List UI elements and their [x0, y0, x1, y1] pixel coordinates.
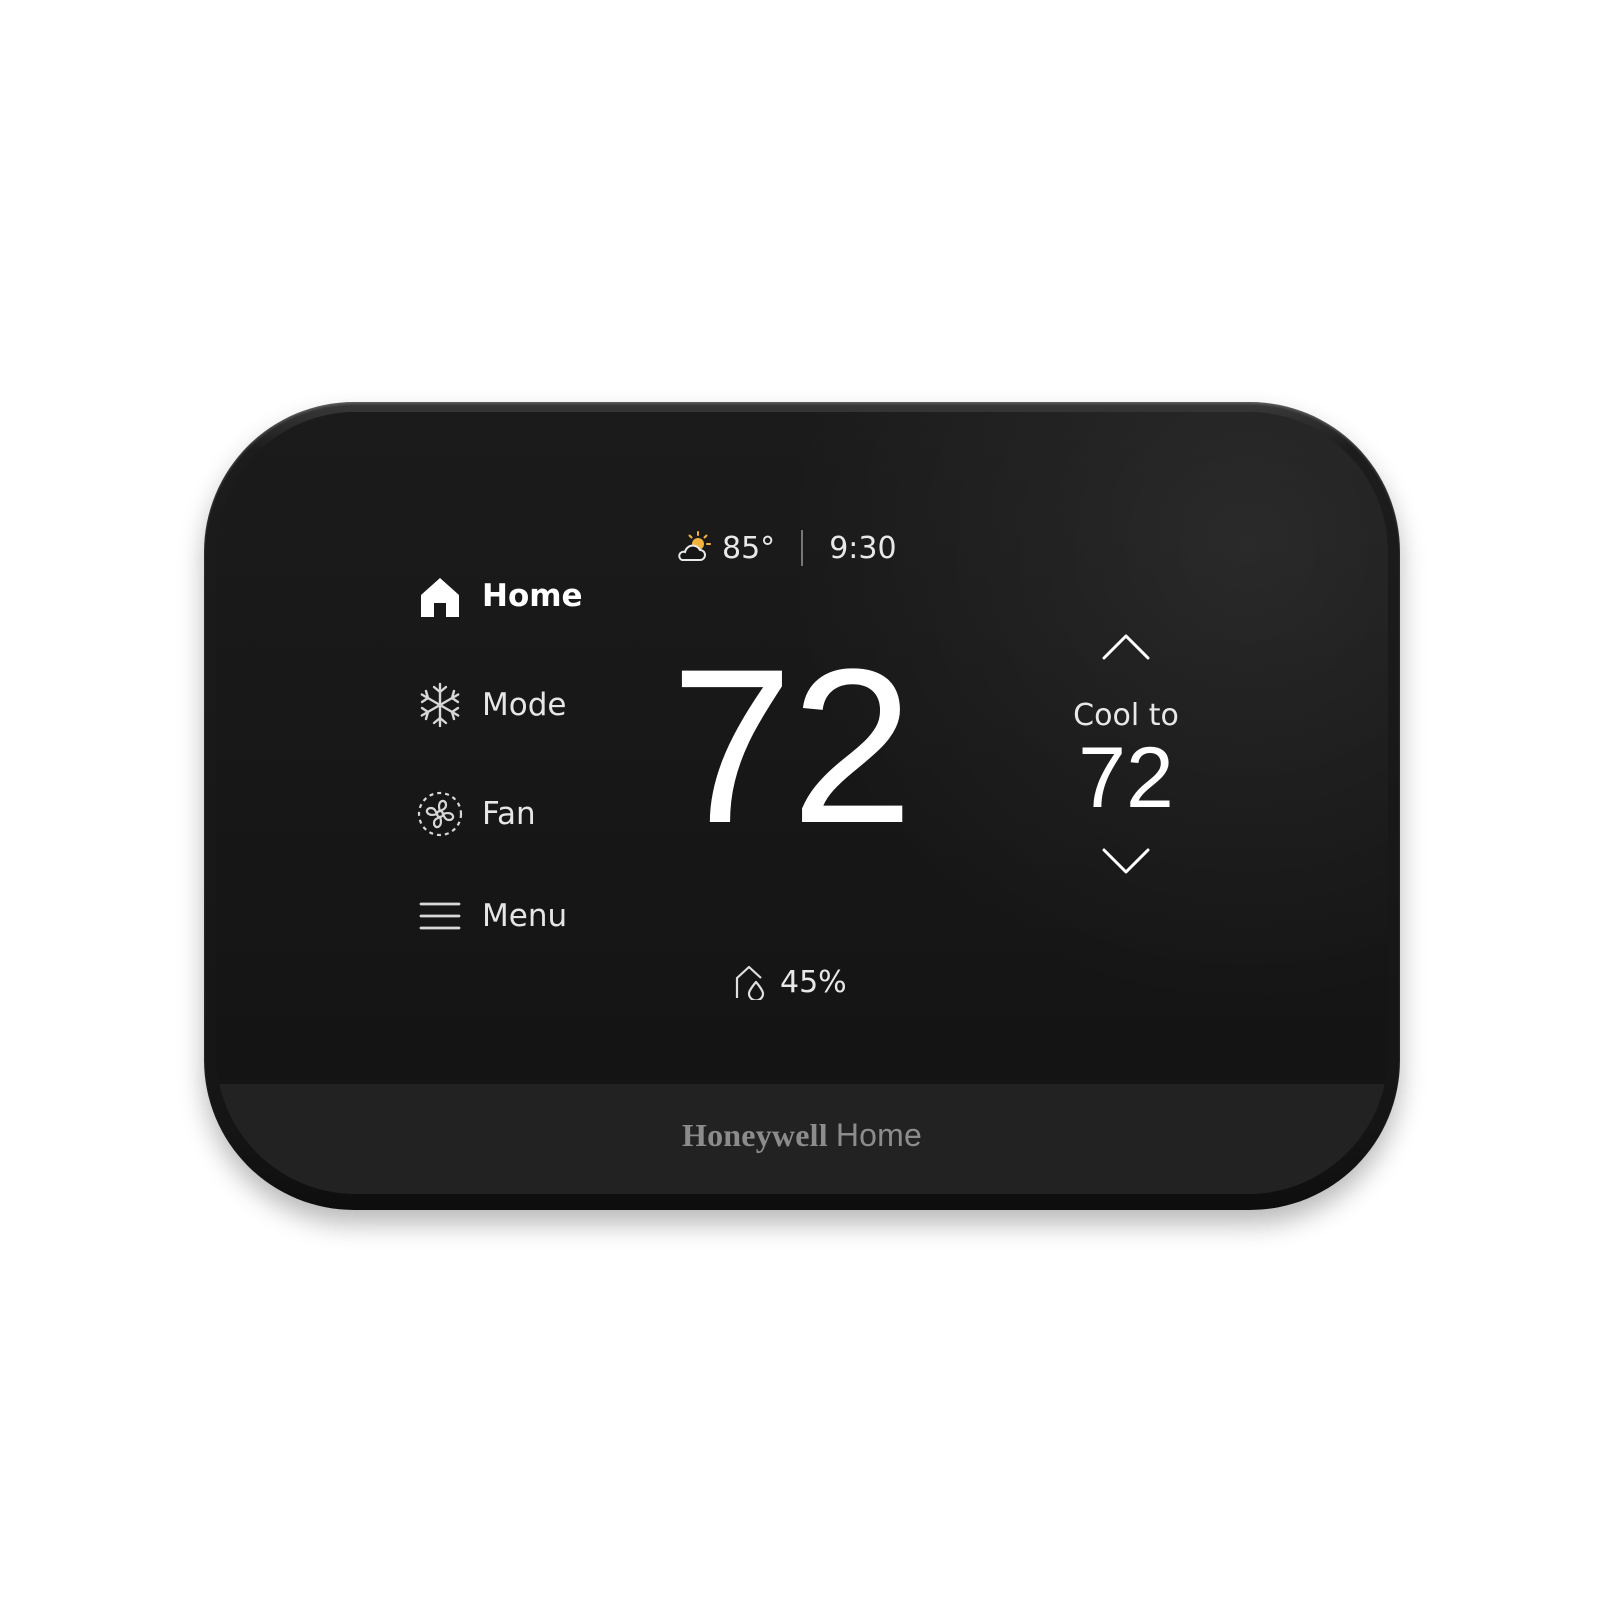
outdoor-temperature: 85° — [722, 530, 776, 566]
current-temperature: 72 — [670, 623, 914, 869]
humidity-drop-icon — [734, 964, 768, 1000]
status-row: 85° 9:30 — [674, 524, 897, 572]
home-icon — [416, 572, 464, 620]
fan-icon — [416, 790, 464, 838]
device-bezel: 85° 9:30 Home Mode Fan Menu 72 Cool to 7… — [216, 412, 1388, 1194]
setpoint-label: Cool to — [1073, 698, 1179, 733]
brand-logo: Honeywell Home — [682, 1117, 922, 1154]
nav-item-fan-label: Fan — [482, 796, 536, 832]
nav-item-mode[interactable]: Mode — [416, 677, 566, 733]
setpoint-control: Cool to 72 — [1056, 622, 1196, 882]
hamburger-menu-icon — [416, 892, 464, 940]
thermostat-device: 85° 9:30 Home Mode Fan Menu 72 Cool to 7… — [204, 402, 1400, 1210]
brand-bar: Honeywell Home — [216, 1084, 1388, 1194]
setpoint-temperature: 72 — [1078, 730, 1174, 826]
temperature-down-button[interactable] — [1100, 842, 1152, 878]
temperature-up-button[interactable] — [1100, 630, 1152, 666]
clock-time: 9:30 — [829, 530, 897, 566]
touch-screen: 85° 9:30 Home Mode Fan Menu 72 Cool to 7… — [216, 412, 1388, 1084]
nav-item-menu-label: Menu — [482, 898, 568, 934]
brand-suffix: Home — [835, 1116, 922, 1153]
nav-item-mode-label: Mode — [482, 687, 567, 723]
nav-item-menu[interactable]: Menu — [416, 888, 567, 944]
brand-name: Honeywell — [682, 1116, 828, 1153]
chevron-down-icon — [1100, 848, 1152, 882]
humidity-value: 45% — [780, 964, 847, 1000]
nav-item-fan[interactable]: Fan — [416, 786, 536, 842]
indoor-humidity: 45% — [734, 960, 847, 1004]
nav-item-home[interactable]: Home — [416, 568, 583, 624]
chevron-up-icon — [1100, 634, 1152, 670]
nav-item-home-label: Home — [482, 578, 583, 614]
status-divider — [801, 530, 804, 566]
snowflake-icon — [416, 681, 464, 729]
partly-sunny-icon — [674, 528, 714, 568]
